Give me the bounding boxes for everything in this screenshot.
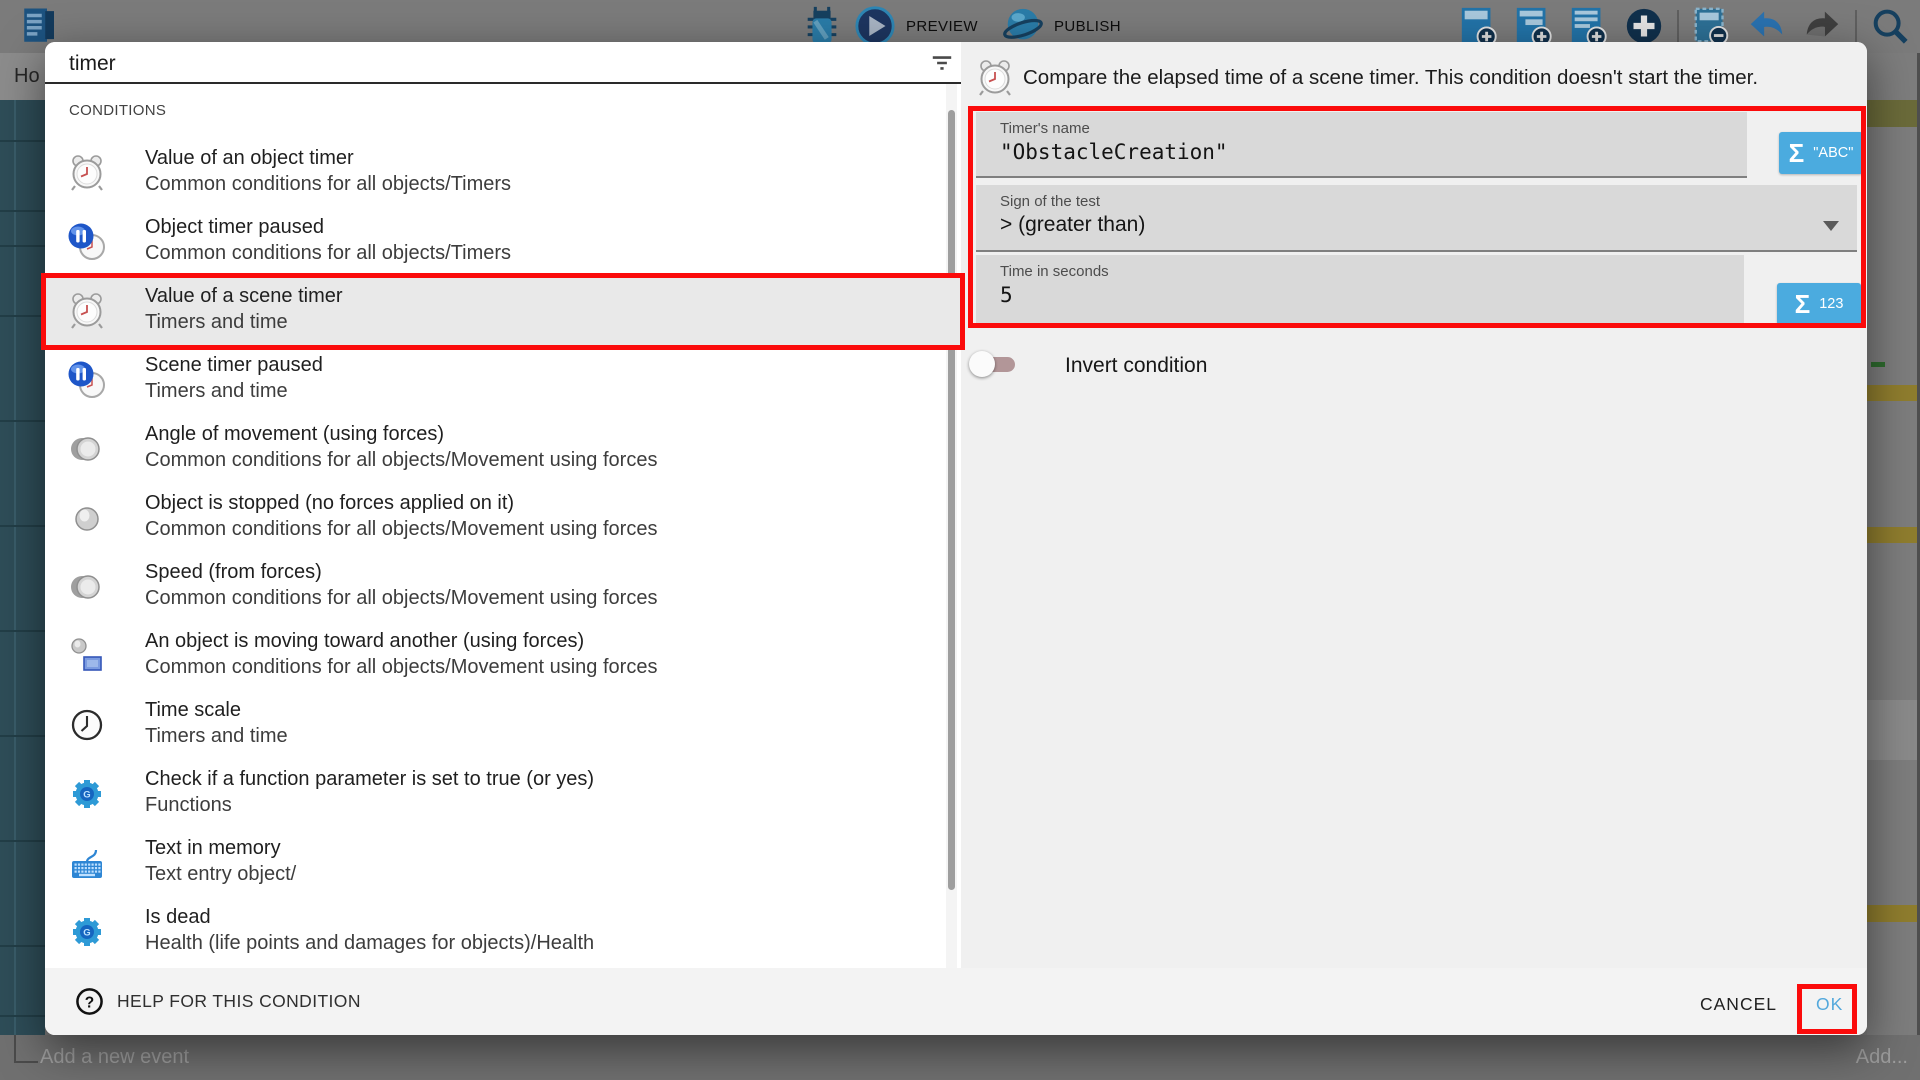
sign-of-test-label: Sign of the test bbox=[1000, 193, 1100, 210]
help-question-icon: ? bbox=[75, 987, 104, 1016]
alarm-clock-icon bbox=[975, 58, 1015, 98]
timer-name-label: Timer's name bbox=[1000, 120, 1090, 137]
condition-item-check-if-a-function-parameter-is-set-to-true-or-[interactable]: G Check if a function parameter is set t… bbox=[45, 760, 961, 829]
condition-item-is-dead[interactable]: G Is dead Health (life points and damage… bbox=[45, 898, 961, 967]
add-action-button[interactable]: Add... bbox=[1856, 1046, 1908, 1069]
condition-item-an-object-is-moving-toward-another-using-forces[interactable]: An object is moving toward another (usin… bbox=[45, 622, 961, 691]
gear-icon: G bbox=[67, 774, 107, 814]
help-button[interactable]: ? HELP FOR THIS CONDITION bbox=[75, 987, 361, 1016]
condition-item-angle-of-movement-using-forces[interactable]: Angle of movement (using forces) Common … bbox=[45, 415, 961, 484]
time-in-seconds-value[interactable]: 5 bbox=[1000, 283, 1013, 307]
gear-icon: G bbox=[67, 912, 107, 952]
home-tab-label: Ho bbox=[14, 65, 40, 88]
condition-item-value-of-a-scene-timer[interactable]: Value of a scene timer Timers and time bbox=[45, 277, 961, 346]
events-sheet-bottom: Add a new event Add... bbox=[0, 1035, 1920, 1080]
search-input[interactable] bbox=[69, 50, 849, 78]
invert-condition-row: Invert condition bbox=[961, 346, 1561, 386]
clock-icon bbox=[67, 705, 107, 745]
number-expression-button[interactable]: Σ 123 bbox=[1777, 283, 1861, 325]
timer-name-field[interactable]: Timer's name "ObstacleCreation" bbox=[976, 112, 1747, 178]
time-in-seconds-field[interactable]: Time in seconds 5 bbox=[976, 255, 1744, 325]
condition-description: Compare the elapsed time of a scene time… bbox=[1023, 66, 1823, 90]
condition-item-speed-from-forces[interactable]: Speed (from forces) Common conditions fo… bbox=[45, 553, 961, 622]
coin-square-icon bbox=[67, 636, 107, 676]
toolbar-divider bbox=[1855, 10, 1857, 42]
gdevelop-window: PREVIEW PUBLISH Ho Add a new event Add..… bbox=[0, 0, 1920, 1080]
dialog-footer: ? HELP FOR THIS CONDITION CANCEL OK bbox=[45, 968, 1867, 1035]
event-bracket bbox=[14, 1035, 38, 1063]
timer-name-value[interactable]: "ObstacleCreation" bbox=[1000, 140, 1228, 164]
search-row bbox=[45, 42, 961, 84]
search-icon[interactable] bbox=[1868, 4, 1912, 48]
coin-icon bbox=[67, 498, 107, 538]
condition-item-object-is-stopped-no-forces-applied-on-it[interactable]: Object is stopped (no forces applied on … bbox=[45, 484, 961, 553]
add-new-event-button[interactable]: Add a new event bbox=[40, 1046, 189, 1069]
conditions-list: Value of an object timer Common conditio… bbox=[45, 139, 961, 967]
svg-text:G: G bbox=[83, 928, 90, 939]
home-tab[interactable]: Ho bbox=[0, 53, 45, 100]
condition-item-object-timer-paused[interactable]: Object timer paused Common conditions fo… bbox=[45, 208, 961, 277]
condition-editor-dialog: CONDITIONS Value of an object timer Comm… bbox=[45, 42, 1867, 1035]
sigma-icon: Σ bbox=[1789, 140, 1805, 166]
time-in-seconds-label: Time in seconds bbox=[1000, 263, 1109, 280]
filter-icon[interactable] bbox=[928, 49, 956, 77]
list-scrollbar-thumb[interactable] bbox=[948, 110, 955, 890]
alarm-clock-icon bbox=[67, 153, 107, 193]
timer-paused-icon bbox=[67, 222, 107, 262]
publish-button[interactable]: PUBLISH bbox=[1054, 18, 1121, 35]
coins-icon bbox=[67, 429, 107, 469]
cancel-button[interactable]: CANCEL bbox=[1690, 990, 1787, 1019]
condition-parameters-panel: Compare the elapsed time of a scene time… bbox=[961, 42, 1867, 968]
condition-item-value-of-an-object-timer[interactable]: Value of an object timer Common conditio… bbox=[45, 139, 961, 208]
condition-chooser-panel: CONDITIONS Value of an object timer Comm… bbox=[45, 42, 961, 968]
coins-icon bbox=[67, 567, 107, 607]
condition-item-text-in-memory[interactable]: Text in memory Text entry object/ bbox=[45, 829, 961, 898]
svg-text:G: G bbox=[83, 790, 90, 801]
svg-text:?: ? bbox=[85, 994, 94, 1011]
condition-item-scene-timer-paused[interactable]: Scene timer paused Timers and time bbox=[45, 346, 961, 415]
list-scrollbar bbox=[946, 84, 957, 968]
invert-condition-label: Invert condition bbox=[1065, 354, 1207, 378]
preview-button[interactable]: PREVIEW bbox=[906, 18, 978, 35]
sign-of-test-select[interactable]: Sign of the test > (greater than) bbox=[976, 185, 1857, 252]
search-underline bbox=[45, 82, 961, 84]
conditions-section-header: CONDITIONS bbox=[69, 102, 166, 119]
string-expression-button[interactable]: Σ "ABC" bbox=[1779, 132, 1863, 174]
events-sheet-right-edge bbox=[1867, 53, 1920, 1035]
chevron-down-icon[interactable] bbox=[1823, 221, 1839, 231]
keyboard-icon bbox=[67, 843, 107, 883]
ok-button[interactable]: OK bbox=[1808, 990, 1851, 1019]
toolbar-divider bbox=[1677, 10, 1679, 42]
events-sheet-left-edge bbox=[0, 100, 45, 1035]
invert-condition-toggle[interactable] bbox=[969, 350, 1017, 378]
sign-of-test-value: > (greater than) bbox=[1000, 213, 1145, 237]
timer-paused-icon bbox=[67, 360, 107, 400]
alarm-clock-icon bbox=[67, 291, 107, 331]
condition-item-time-scale[interactable]: Time scale Timers and time bbox=[45, 691, 961, 760]
sigma-icon: Σ bbox=[1795, 291, 1811, 317]
